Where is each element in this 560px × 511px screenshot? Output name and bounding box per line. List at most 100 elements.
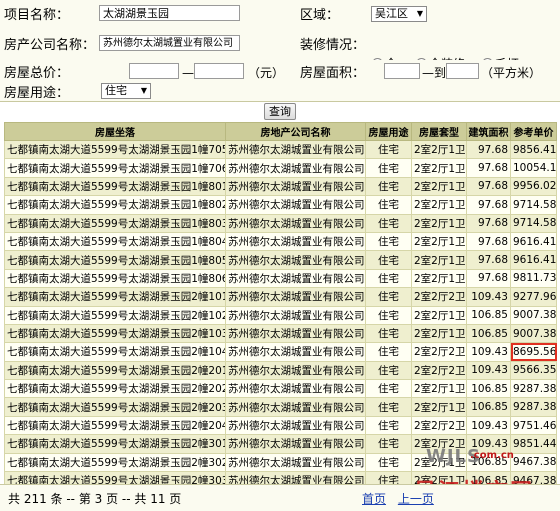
cell-usage: 住宅 (365, 158, 412, 178)
cell-company: 苏州德尔太湖城置业有限公司 (225, 360, 366, 381)
cell-company: 苏州德尔太湖城置业有限公司 (225, 305, 366, 325)
cell-layout: 2室2厅1卫 (411, 268, 467, 289)
district-value: 吴江区 (375, 7, 408, 20)
cell-layout: 2室2厅1卫 (411, 323, 467, 344)
table-row: 七都镇南太湖大道5599号太湖湖景玉园2幢202 苏州德尔太湖城置业有限公司 住宅 2… (4, 379, 557, 399)
area-from-input[interactable] (384, 63, 420, 79)
cell-usage: 住宅 (365, 268, 412, 289)
cell-location: 七都镇南太湖大道5599号太湖湖景玉园2幢203 (4, 397, 226, 417)
cell-price: 9467.38 (510, 452, 557, 473)
total-price-to-input[interactable] (194, 63, 244, 79)
cell-price: 9956.02 (510, 176, 557, 197)
cell-price: 9856.41 (510, 139, 557, 160)
cell-location: 七都镇南太湖大道5599号太湖湖景玉园2幢102 (4, 305, 226, 325)
chevron-down-icon: ▼ (416, 9, 423, 18)
decoration-label: 装修情况： (300, 38, 366, 53)
cell-layout: 2室2厅2卫 (411, 360, 467, 381)
total-price-from-input[interactable] (129, 63, 179, 79)
table-row: 七都镇南太湖大道5599号太湖湖景玉园2幢101 苏州德尔太湖城置业有限公司 住宅 2… (4, 287, 557, 307)
cell-company: 苏州德尔太湖城置业有限公司 (225, 397, 366, 417)
cell-price: 9566.35 (510, 360, 557, 381)
cell-company: 苏州德尔太湖城置业有限公司 (225, 434, 366, 454)
total-price-unit: （元） (248, 66, 285, 80)
cell-layout: 2室2厅1卫 (411, 231, 467, 252)
company-label: 房产公司名称： (4, 38, 96, 53)
table-row: 七都镇南太湖大道5599号太湖湖景玉园2幢103 苏州德尔太湖城置业有限公司 住宅 2… (4, 323, 557, 344)
table-row: 七都镇南太湖大道5599号太湖湖景玉园2幢203 苏州德尔太湖城置业有限公司 住宅 2… (4, 397, 557, 417)
cell-location: 七都镇南太湖大道5599号太湖湖景玉园2幢302 (4, 452, 226, 473)
cell-company: 苏州德尔太湖城置业有限公司 (225, 268, 366, 289)
cell-company: 苏州德尔太湖城置业有限公司 (225, 415, 366, 436)
table-row: 七都镇南太湖大道5599号太湖湖景玉园1幢801 苏州德尔太湖城置业有限公司 住宅 2… (4, 176, 557, 197)
usage-select[interactable]: 住宅 ▼ (101, 83, 151, 99)
cell-location: 七都镇南太湖大道5599号太湖湖景玉园1幢802 (4, 195, 226, 215)
cell-layout: 2室2厅1卫 (411, 176, 467, 197)
prev-page-link[interactable]: 上一页 (398, 492, 434, 506)
cell-price: 8695.56 (510, 342, 557, 362)
chevron-down-icon: ▼ (140, 86, 147, 95)
cell-location: 七都镇南太湖大道5599号太湖湖景玉园1幢705 (4, 139, 226, 160)
cell-usage: 住宅 (365, 139, 412, 160)
table-row: 七都镇南太湖大道5599号太湖湖景玉园2幢201 苏州德尔太湖城置业有限公司 住宅 2… (4, 360, 557, 381)
table-row: 七都镇南太湖大道5599号太湖湖景玉园1幢805 苏州德尔太湖城置业有限公司 住宅 2… (4, 250, 557, 270)
cell-usage: 住宅 (365, 342, 412, 362)
cell-company: 苏州德尔太湖城置业有限公司 (225, 287, 366, 307)
row-price-area: 房屋总价： —到— （元） 房屋面积： —到— （平方米） (0, 60, 560, 83)
row-project: 项目名称： 太湖湖景玉园 区域： 吴江区 ▼ (0, 0, 560, 28)
col-header-layout: 房屋套型 (411, 122, 467, 141)
row-company: 房产公司名称： 苏州德尔太湖城置业有限公司 装修情况： 全 部 全装修 房 毛坯… (0, 27, 560, 88)
cell-usage: 住宅 (365, 176, 412, 197)
row-usage: 房屋用途： 住宅 ▼ (0, 82, 560, 102)
search-button[interactable]: 查询 (264, 103, 296, 120)
cell-company: 苏州德尔太湖城置业有限公司 (225, 379, 366, 399)
cell-layout: 2室2厅2卫 (411, 287, 467, 307)
table-row: 七都镇南太湖大道5599号太湖湖景玉园2幢104 苏州德尔太湖城置业有限公司 住宅 2… (4, 342, 557, 362)
table-row: 七都镇南太湖大道5599号太湖湖景玉园1幢806 苏州德尔太湖城置业有限公司 住宅 2… (4, 268, 557, 289)
district-label: 区域： (300, 8, 340, 23)
cell-area: 97.68 (466, 250, 511, 270)
cell-price: 9714.58 (510, 195, 557, 215)
cell-company: 苏州德尔太湖城置业有限公司 (225, 158, 366, 178)
cell-price: 9811.73 (510, 268, 557, 289)
area-to-input[interactable] (446, 63, 479, 79)
cell-usage: 住宅 (365, 415, 412, 436)
cell-area: 97.68 (466, 139, 511, 160)
cell-usage: 住宅 (365, 287, 412, 307)
company-input[interactable]: 苏州德尔太湖城置业有限公司 (99, 35, 240, 51)
cell-area: 97.68 (466, 195, 511, 215)
cell-price: 9616.41 (510, 250, 557, 270)
table-row: 七都镇南太湖大道5599号太湖湖景玉园2幢102 苏州德尔太湖城置业有限公司 住宅 2… (4, 305, 557, 325)
cell-layout: 2室2厅1卫 (411, 158, 467, 178)
cell-location: 七都镇南太湖大道5599号太湖湖景玉园1幢803 (4, 213, 226, 233)
first-page-link[interactable]: 首页 (362, 492, 386, 506)
table-row: 七都镇南太湖大道5599号太湖湖景玉园1幢706 苏州德尔太湖城置业有限公司 住宅 2… (4, 158, 557, 178)
cell-area: 97.68 (466, 213, 511, 233)
cell-price: 9751.46 (510, 415, 557, 436)
cell-company: 苏州德尔太湖城置业有限公司 (225, 231, 366, 252)
cell-area: 109.43 (466, 287, 511, 307)
cell-layout: 2室2厅1卫 (411, 305, 467, 325)
district-select[interactable]: 吴江区 ▼ (371, 6, 427, 22)
table-row: 七都镇南太湖大道5599号太湖湖景玉园1幢802 苏州德尔太湖城置业有限公司 住宅 2… (4, 195, 557, 215)
cell-layout: 2室2厅1卫 (411, 397, 467, 417)
cell-location: 七都镇南太湖大道5599号太湖湖景玉园2幢201 (4, 360, 226, 381)
cell-usage: 住宅 (365, 305, 412, 325)
total-price-label: 房屋总价： (4, 65, 70, 81)
cell-area: 97.68 (466, 268, 511, 289)
cell-location: 七都镇南太湖大道5599号太湖湖景玉园2幢301 (4, 434, 226, 454)
cell-company: 苏州德尔太湖城置业有限公司 (225, 195, 366, 215)
cell-layout: 2室2厅1卫 (411, 195, 467, 215)
cell-location: 七都镇南太湖大道5599号太湖湖景玉园2幢204 (4, 415, 226, 436)
cell-usage: 住宅 (365, 379, 412, 399)
cell-location: 七都镇南太湖大道5599号太湖湖景玉园2幢101 (4, 287, 226, 307)
cell-price: 9287.38 (510, 379, 557, 399)
col-header-price: 参考单价 (510, 122, 557, 141)
cell-area: 109.43 (466, 415, 511, 436)
cell-usage: 住宅 (365, 434, 412, 454)
cell-price: 9714.58 (510, 213, 557, 233)
col-header-usage: 房屋用途 (365, 122, 412, 141)
cell-location: 七都镇南太湖大道5599号太湖湖景玉园1幢801 (4, 176, 226, 197)
area-label: 房屋面积： (300, 65, 366, 81)
cell-company: 苏州德尔太湖城置业有限公司 (225, 323, 366, 344)
project-input[interactable]: 太湖湖景玉园 (99, 5, 240, 21)
